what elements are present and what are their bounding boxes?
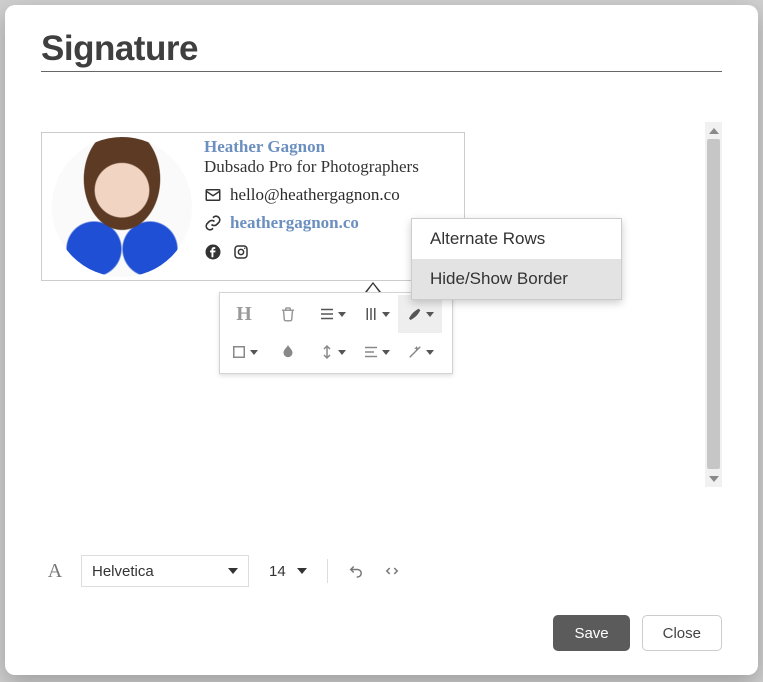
save-button[interactable]: Save bbox=[553, 615, 629, 651]
modal-title: Signature bbox=[41, 29, 722, 72]
table-style-menu: Alternate Rows Hide/Show Border bbox=[411, 218, 622, 300]
font-family-value: Helvetica bbox=[92, 563, 154, 580]
toolbar-pointer bbox=[365, 282, 381, 292]
table-toolbar: H bbox=[219, 292, 453, 374]
signature-modal: Signature Heather Gagnon Dubsado Pro for… bbox=[5, 5, 758, 675]
font-size-value: 14 bbox=[269, 563, 286, 580]
close-button[interactable]: Close bbox=[642, 615, 722, 651]
signature-name: Heather Gagnon bbox=[204, 137, 458, 157]
font-size-select[interactable]: 14 bbox=[257, 555, 313, 587]
signature-email: hello@heathergagnon.co bbox=[230, 185, 400, 205]
code-view-button[interactable] bbox=[378, 557, 406, 585]
editor-area: Heather Gagnon Dubsado Pro for Photograp… bbox=[41, 132, 722, 545]
signature-table[interactable]: Heather Gagnon Dubsado Pro for Photograp… bbox=[41, 132, 465, 281]
undo-button[interactable] bbox=[342, 557, 370, 585]
editor-bottom-toolbar: A Helvetica 14 bbox=[5, 545, 758, 595]
modal-footer: Save Close bbox=[5, 595, 758, 675]
link-icon bbox=[204, 214, 222, 232]
avatar bbox=[52, 137, 192, 277]
facebook-icon[interactable] bbox=[204, 243, 222, 261]
scroll-down-button[interactable] bbox=[705, 470, 722, 487]
border-style-button[interactable] bbox=[222, 333, 266, 371]
text-color-button[interactable]: A bbox=[41, 557, 69, 585]
toolbar-divider bbox=[327, 559, 328, 583]
magic-button[interactable] bbox=[398, 333, 442, 371]
signature-website[interactable]: heathergagnon.co bbox=[230, 213, 359, 233]
modal-header: Signature bbox=[5, 5, 758, 76]
columns-button[interactable] bbox=[354, 295, 398, 333]
scroll-thumb[interactable] bbox=[707, 139, 720, 469]
instagram-icon[interactable] bbox=[232, 243, 250, 261]
menu-alternate-rows[interactable]: Alternate Rows bbox=[412, 219, 621, 259]
signature-photo-cell[interactable] bbox=[42, 133, 202, 280]
chevron-down-icon bbox=[297, 568, 307, 574]
tint-button[interactable] bbox=[266, 333, 310, 371]
delete-table-button[interactable] bbox=[266, 295, 310, 333]
mail-icon bbox=[204, 186, 222, 204]
heading-button[interactable]: H bbox=[222, 295, 266, 333]
menu-hide-show-border[interactable]: Hide/Show Border bbox=[412, 259, 621, 299]
font-family-select[interactable]: Helvetica bbox=[81, 555, 249, 587]
align-button[interactable] bbox=[310, 295, 354, 333]
editor-canvas[interactable]: Heather Gagnon Dubsado Pro for Photograp… bbox=[41, 132, 722, 497]
cell-align-button[interactable] bbox=[354, 333, 398, 371]
row-height-button[interactable] bbox=[310, 333, 354, 371]
signature-email-row: hello@heathergagnon.co bbox=[204, 185, 458, 205]
vertical-scrollbar[interactable] bbox=[705, 122, 722, 487]
chevron-down-icon bbox=[228, 568, 238, 574]
scroll-up-button[interactable] bbox=[705, 122, 722, 139]
table-style-button[interactable] bbox=[398, 295, 442, 333]
signature-subtitle: Dubsado Pro for Photographers bbox=[204, 157, 458, 177]
